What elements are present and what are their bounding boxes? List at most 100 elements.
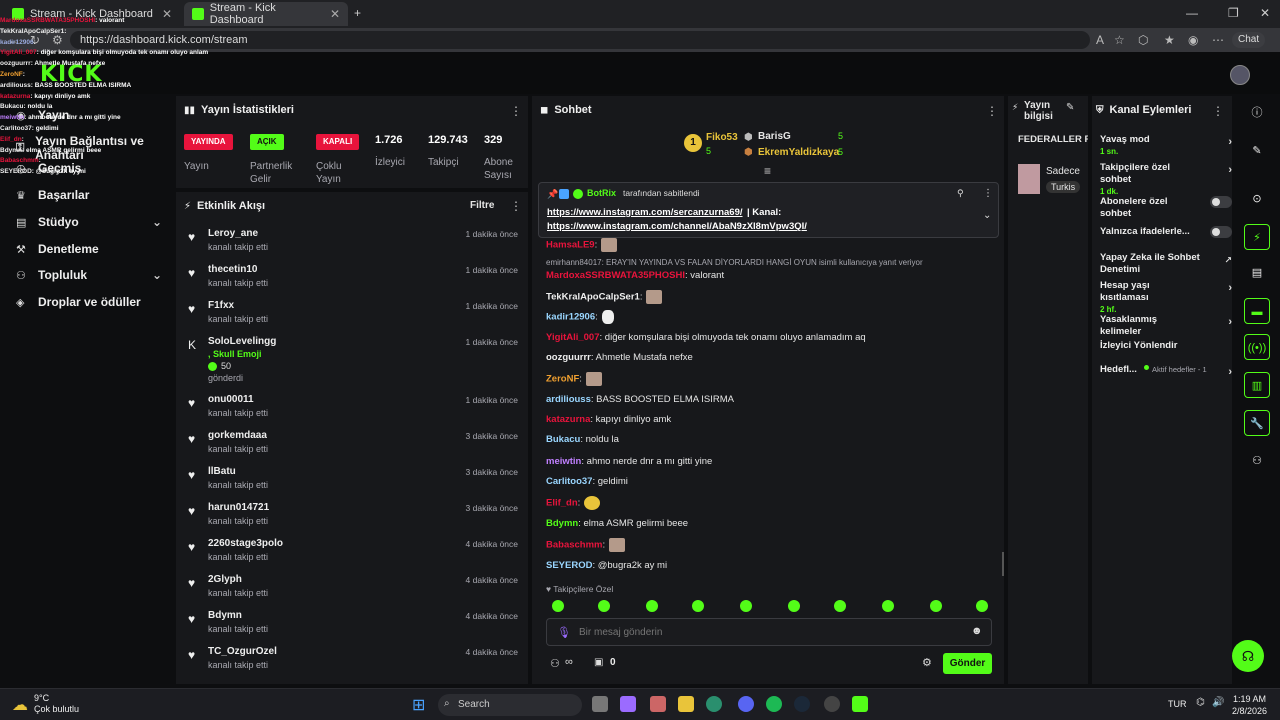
input-language[interactable]: TUR <box>1168 699 1187 709</box>
chat-username[interactable]: oozguurrr <box>546 352 591 363</box>
nav-item-achievements[interactable]: ♛ Başarılar <box>16 188 162 202</box>
kebab-menu-icon[interactable]: ⋮ <box>983 188 993 199</box>
restore-icon[interactable]: ❐ <box>1228 6 1239 20</box>
chat-message[interactable]: YigitAli_007: diğer komşulara bişi olmuy… <box>546 332 866 343</box>
chat-message[interactable]: Bdymn: elma ASMR gelirmi beee <box>546 518 688 529</box>
chat-username[interactable]: Carlitoo37 <box>546 476 592 487</box>
channel-action-item[interactable]: Hesap yaşı kısıtlaması 2 hf. › <box>1100 280 1232 316</box>
new-tab-icon[interactable]: + <box>354 6 361 20</box>
channel-action-item[interactable]: Abonelere özel sohbet <box>1100 196 1232 220</box>
channel-action-item[interactable]: Yasaklanmış kelimeler › <box>1100 314 1232 338</box>
nav-item-community[interactable]: ⚇ Topluluk ⌄ <box>16 268 162 282</box>
activity-item[interactable]: K SoloLevelingg 1 dakika önce , Skull Emoji… <box>182 336 522 394</box>
nav-item-moderation[interactable]: ⚒ Denetleme <box>16 242 162 256</box>
emote-icon[interactable] <box>976 600 988 612</box>
chat-username[interactable]: Bdymn <box>546 518 578 529</box>
chat-message[interactable]: HamsaLE9: <box>546 238 618 252</box>
close-window-icon[interactable]: ✕ <box>1260 6 1270 20</box>
chat-message[interactable]: Elif_dn: <box>546 496 601 510</box>
channel-action-item[interactable]: Hedefl... Aktif hedefler - 1 › <box>1100 364 1232 378</box>
chat-message[interactable]: meiwtin: ahmo nerde dnr a mı gitti yine <box>546 456 712 467</box>
chat-message[interactable]: ardiliouss: BASS BOOSTED ELMA ISIRMA <box>546 394 734 405</box>
volume-icon[interactable]: 🔊 <box>1212 697 1224 708</box>
chat-message[interactable]: Carlitoo37: geldimi <box>546 476 628 487</box>
chat-username[interactable]: kadir12906 <box>546 312 595 323</box>
kick-coins-icon[interactable]: ⚇ <box>550 657 560 670</box>
emote-icon[interactable] <box>692 600 704 612</box>
edit-icon[interactable]: ✎ <box>1066 102 1074 113</box>
chat-username[interactable]: ZeroNF <box>546 374 579 385</box>
chat-username[interactable]: YigitAli_007 <box>546 332 600 343</box>
discord-icon[interactable] <box>738 696 754 712</box>
emote-icon[interactable] <box>834 600 846 612</box>
activity-item[interactable]: ♥ llBatu 3 dakika önce kanalı takip etti <box>182 466 522 502</box>
chat-message[interactable]: katazurna: kapıyı dinliyo amk <box>546 414 671 425</box>
toggle-switch[interactable] <box>1210 226 1232 238</box>
filter-button[interactable]: Filtre <box>470 200 494 211</box>
chat-input-box[interactable]: 🎙 ☻ <box>546 618 992 646</box>
broadcast-icon[interactable]: ((•)) <box>1244 334 1270 360</box>
activity-item[interactable]: ♥ Leroy_ane 1 dakika önce kanalı takip etti <box>182 228 522 264</box>
activity-item[interactable]: ♥ 2260stage3polo 4 dakika önce kanalı takip… <box>182 538 522 574</box>
chevron-down-icon[interactable]: ⌄ <box>983 210 991 221</box>
kick-app-icon[interactable] <box>852 696 868 712</box>
help-button[interactable]: ☊ <box>1232 640 1264 672</box>
chat-message[interactable]: Babaschmm: <box>546 538 626 552</box>
emote-icon[interactable] <box>788 600 800 612</box>
chat-username[interactable]: katazurna <box>546 414 590 425</box>
nav-item-studio[interactable]: ▤ Stüdyo ⌄ <box>16 215 162 229</box>
edge-browser-icon[interactable] <box>706 696 722 712</box>
target-icon[interactable]: ⊙ <box>1244 186 1270 212</box>
chat-scrollbar[interactable] <box>1002 552 1004 576</box>
copilot-chat-button[interactable]: Chat <box>1232 32 1266 48</box>
chat-message[interactable]: TekKralApoCalpSer1: <box>546 290 663 304</box>
emote-icon[interactable] <box>598 600 610 612</box>
chat-username[interactable]: Elif_dn <box>546 498 578 509</box>
file-explorer-icon[interactable] <box>678 696 694 712</box>
send-button[interactable]: Gönder <box>943 653 992 674</box>
chat-message[interactable]: MardoxaSSRBWATA35PHOSHI: valorant <box>546 270 724 281</box>
activity-item[interactable]: ♥ harun014721 3 dakika önce kanalı takip et… <box>182 502 522 538</box>
chat-username[interactable]: Babaschmm <box>546 540 603 551</box>
favorites-icon[interactable]: ★ <box>1164 33 1175 47</box>
emote-icon[interactable] <box>740 600 752 612</box>
system-clock[interactable]: 1:19 AM 2/8/2026 <box>1232 693 1267 717</box>
toggle-switch[interactable] <box>1210 196 1232 208</box>
profile-icon[interactable]: ◉ <box>1188 33 1198 47</box>
nav-item-drops[interactable]: ◈ Droplar ve ödüller <box>16 295 162 309</box>
activity-item[interactable]: ♥ gorkemdaaa 3 dakika önce kanalı takip ett… <box>182 430 522 466</box>
emote-icon[interactable] <box>552 600 564 612</box>
windows-start-icon[interactable]: ⊞ <box>412 695 425 715</box>
document-icon[interactable]: ▤ <box>1244 260 1270 286</box>
info-icon[interactable]: ⓘ <box>1244 100 1270 126</box>
close-tab-icon[interactable]: ✕ <box>330 7 340 21</box>
kebab-menu-icon[interactable]: ⋮ <box>1212 104 1224 118</box>
steam-icon[interactable] <box>794 696 810 712</box>
spotify-icon[interactable] <box>766 696 782 712</box>
task-view-icon[interactable] <box>592 696 608 712</box>
weather-widget[interactable]: 9°C Çok bulutlu <box>34 693 79 715</box>
kebab-menu-icon[interactable]: ⋮ <box>510 199 522 213</box>
read-aloud-icon[interactable]: A <box>1096 33 1104 47</box>
emote-icon[interactable] <box>882 600 894 612</box>
wrench-icon[interactable]: 🔧 <box>1244 410 1270 436</box>
minimize-icon[interactable]: — <box>1186 6 1198 20</box>
activity-item[interactable]: ♥ 2Glyph 4 dakika önce kanalı takip etti <box>182 574 522 610</box>
emoji-picker-icon[interactable]: ☻ <box>971 625 983 637</box>
chat-username[interactable]: TekKralApoCalpSer1 <box>546 292 640 303</box>
chat-username[interactable]: MardoxaSSRBWATA35PHOSHI <box>546 270 685 281</box>
channel-action-item[interactable]: Yapay Zeka ile Sohbet Denetimi ↗ <box>1100 252 1232 276</box>
chat-message[interactable]: kadir12906: <box>546 310 614 324</box>
activity-item[interactable]: ♥ onu00011 1 dakika önce kanalı takip etti <box>182 394 522 430</box>
microphone-icon[interactable]: 🎙 <box>557 626 571 639</box>
channel-action-item[interactable]: Yavaş mod 1 sn. › <box>1100 134 1232 158</box>
pinned-link-instagram[interactable]: https://www.instagram.com/sercanzurna69/ <box>547 207 743 218</box>
activity-item[interactable]: ♥ thecetin10 1 dakika önce kanalı takip ett… <box>182 264 522 300</box>
channel-action-item[interactable]: Yalnızca ifadelerle... <box>1100 226 1232 238</box>
lightning-icon[interactable]: ⚡ <box>1244 224 1270 250</box>
chat-username[interactable]: HamsaLE9 <box>546 240 595 251</box>
kebab-menu-icon[interactable]: ⋮ <box>986 104 998 118</box>
activity-item[interactable]: ♥ Bdymn 4 dakika önce kanalı takip etti <box>182 610 522 646</box>
layout-icon[interactable]: ▥ <box>1244 372 1270 398</box>
more-menu-icon[interactable]: ⋯ <box>1212 33 1224 47</box>
